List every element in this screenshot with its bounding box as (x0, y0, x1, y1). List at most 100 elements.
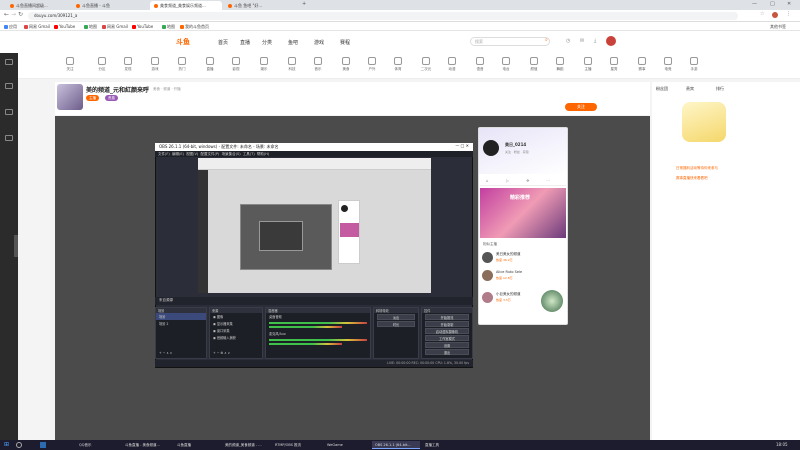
category-item[interactable]: 科技 (282, 57, 302, 72)
category-item[interactable]: 舞蹈 (550, 57, 570, 72)
maximize-icon[interactable]: □ (770, 1, 775, 7)
back-icon[interactable]: ← (4, 11, 9, 18)
category-item[interactable]: 二次元 (416, 57, 436, 72)
menu-item[interactable]: 场景集合(S) (222, 152, 241, 156)
streamer-avatar[interactable] (57, 84, 83, 110)
category-item[interactable]: 直播 (200, 57, 220, 72)
category-icon[interactable] (5, 109, 13, 115)
taskbar-item[interactable]: 美的频道_美食频道 - ... (222, 441, 270, 449)
bookmark-item[interactable]: 应用 (4, 24, 17, 30)
other-bookmarks[interactable]: 其他书签 (770, 24, 786, 30)
download-icon[interactable]: ⤓ (594, 38, 596, 44)
menu-item[interactable]: 帮助(H) (257, 152, 269, 156)
forward-icon[interactable]: → (11, 11, 16, 18)
category-item[interactable]: 体育 (388, 57, 408, 72)
duration-input[interactable]: 时长 (377, 321, 415, 327)
eye-icon[interactable]: ◉ (213, 315, 216, 319)
panel-tab[interactable]: 排行 (716, 86, 724, 92)
category-item[interactable]: 游戏 (145, 57, 165, 72)
scene-item[interactable]: 场景 (156, 313, 206, 320)
category-item[interactable]: 手游 (684, 57, 704, 72)
panel-tab[interactable]: 贵宾 (686, 86, 694, 92)
category-item[interactable]: 分区 (92, 57, 112, 72)
eye-icon[interactable]: ◉ (213, 336, 216, 340)
reload-icon[interactable]: ↻ (18, 11, 23, 18)
more-icon[interactable]: ⋯ (546, 178, 550, 183)
menu-item[interactable]: 视图(V) (186, 152, 198, 156)
category-item[interactable]: 影视 (226, 57, 246, 72)
nav-item[interactable]: 直播 (240, 39, 250, 46)
studio-mode-button[interactable]: 工作室模式 (425, 335, 469, 341)
browser-tab[interactable]: 斗鱼 鱼吧 "好... (224, 1, 298, 10)
taskbar-item[interactable]: QQ音乐 (76, 441, 120, 449)
category-item[interactable]: 星秀 (604, 57, 624, 72)
source-item[interactable]: ◉ 图像 (210, 313, 262, 320)
profile-avatar[interactable] (772, 12, 778, 18)
category-item[interactable]: 音乐 (308, 57, 328, 72)
search-input[interactable]: 搜索 (470, 37, 550, 46)
nav-item[interactable]: 赛程 (340, 39, 350, 46)
taskbar-item-active[interactable]: OBS 26.1.1 (64-bit... (372, 441, 420, 449)
gift-icon[interactable]: ❖ (526, 178, 530, 183)
home-icon[interactable] (5, 59, 13, 65)
nav-item[interactable]: 首页 (218, 39, 228, 46)
category-item[interactable]: 娱乐 (254, 57, 274, 72)
category-item[interactable]: 美食 (336, 57, 356, 72)
category-item[interactable]: 关注 (60, 57, 80, 72)
source-add-icon[interactable]: + − ⚙ ∧ ∨ (210, 350, 233, 356)
volume-slider[interactable] (269, 326, 342, 328)
home-icon[interactable]: ⌂ (486, 178, 489, 183)
start-streaming-button[interactable]: 开始推流 (425, 314, 469, 320)
star-icon[interactable]: ☆ (760, 11, 764, 17)
menu-item[interactable]: 工具(T) (243, 152, 255, 156)
browser-tab[interactable]: 斗鱼直播间超级... (6, 1, 70, 10)
eye-icon[interactable]: ◉ (213, 322, 216, 326)
url-input[interactable]: douyu.com/309121_a (28, 12, 738, 20)
menu-icon[interactable]: ⋮ (786, 11, 791, 17)
category-item[interactable]: 热门 (172, 57, 192, 72)
bookmark-item[interactable]: 网易 Gmail (102, 24, 128, 30)
floating-badge[interactable] (541, 290, 563, 312)
video-icon[interactable]: ▷ (506, 178, 509, 183)
bookmark-item[interactable]: 地图 (84, 24, 97, 30)
phone-tab-row[interactable]: ⌂ ▷ ❖ ⋯ (480, 178, 566, 186)
bookmark-item[interactable]: YouTube (132, 24, 153, 29)
source-item[interactable]: ◉ 窗口采集 (210, 327, 262, 334)
follow-button[interactable]: 关注 (565, 103, 597, 111)
start-icon[interactable]: ⊞ (4, 441, 9, 448)
category-item[interactable]: 电台 (496, 57, 516, 72)
list-item[interactable]: Alice Ruto Sele 热度 12.8万 (480, 268, 566, 284)
follow-icon[interactable] (5, 83, 13, 89)
nav-item[interactable]: 分类 (262, 39, 272, 46)
game-icon[interactable] (5, 135, 13, 141)
category-item[interactable]: 赛事 (632, 57, 652, 72)
panel-tab[interactable]: 粉丝团 (656, 86, 668, 92)
promo-mascot[interactable] (682, 102, 726, 142)
category-item[interactable]: 语音 (470, 57, 490, 72)
browser-tab[interactable]: 斗鱼直播 - 斗鱼 (72, 1, 146, 10)
notice-item[interactable]: 日常福利活动等待你来参与 (676, 166, 718, 171)
taskbar-item[interactable]: 斗鱼直播 - 美食频道... (122, 441, 172, 449)
bookmark-item[interactable]: YouTube (54, 24, 75, 29)
list-item[interactable]: 美日美女的频道 热度 46.2万 (480, 250, 566, 266)
scene-add-icon[interactable]: + − ∧ ∨ (156, 350, 175, 356)
category-item[interactable]: 发现 (118, 57, 138, 72)
taskbar-item[interactable]: 直播工具 (422, 441, 462, 449)
category-item[interactable]: 主播 (578, 57, 598, 72)
category-item[interactable]: 电竞 (658, 57, 678, 72)
browser-tab-active[interactable]: 美食频道_美食娱乐频道... (150, 1, 222, 10)
scene-item[interactable]: 场景 2 (156, 320, 206, 327)
bookmark-item[interactable]: 网易 Gmail (24, 24, 50, 30)
bookmark-item[interactable]: 我的斗鱼首页 (180, 24, 209, 30)
taskbar-item[interactable]: 斗鱼直播 (174, 441, 220, 449)
obs-window-controls[interactable]: — □ ✕ (455, 143, 469, 148)
user-avatar[interactable] (606, 36, 616, 46)
category-item[interactable]: 户外 (362, 57, 382, 72)
app-icon[interactable] (40, 442, 46, 448)
menu-item[interactable]: 配置文件(P) (201, 152, 220, 156)
category-item[interactable]: 动漫 (442, 57, 462, 72)
nav-item[interactable]: 游戏 (314, 39, 324, 46)
source-item[interactable]: ◉ 显示器采集 (210, 320, 262, 327)
virtual-camera-button[interactable]: 启动虚拟摄像机 (425, 328, 469, 334)
search-icon[interactable]: ⌕ (545, 37, 548, 43)
